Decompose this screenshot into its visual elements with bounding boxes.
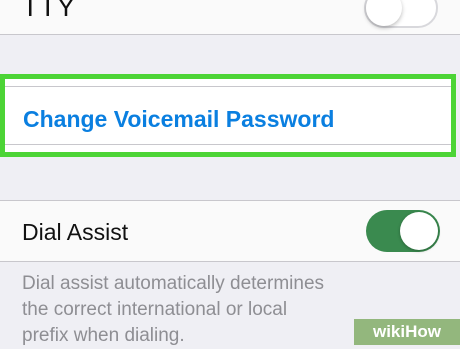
phone-settings-screen: TTY Change Voicemail Password Dial Assis… (0, 0, 460, 346)
toggle-knob (366, 0, 402, 26)
tty-row[interactable]: TTY (0, 0, 460, 35)
divider (5, 144, 451, 145)
dial-assist-row[interactable]: Dial Assist (0, 200, 460, 262)
dial-assist-label: Dial Assist (22, 219, 129, 245)
watermark-how: How (405, 322, 441, 341)
tty-toggle[interactable] (364, 0, 438, 28)
description-line: Dial assist automatically determines (22, 273, 325, 294)
toggle-knob (400, 212, 438, 250)
tty-label: TTY (22, 0, 76, 22)
wikihow-watermark: wiki How (354, 319, 460, 345)
change-voicemail-password-button[interactable]: Change Voicemail Password (23, 106, 334, 133)
watermark-wiki: wiki (372, 322, 406, 341)
divider (5, 86, 451, 87)
dial-assist-toggle[interactable] (366, 210, 440, 252)
change-voicemail-password-highlight: Change Voicemail Password (0, 74, 456, 157)
